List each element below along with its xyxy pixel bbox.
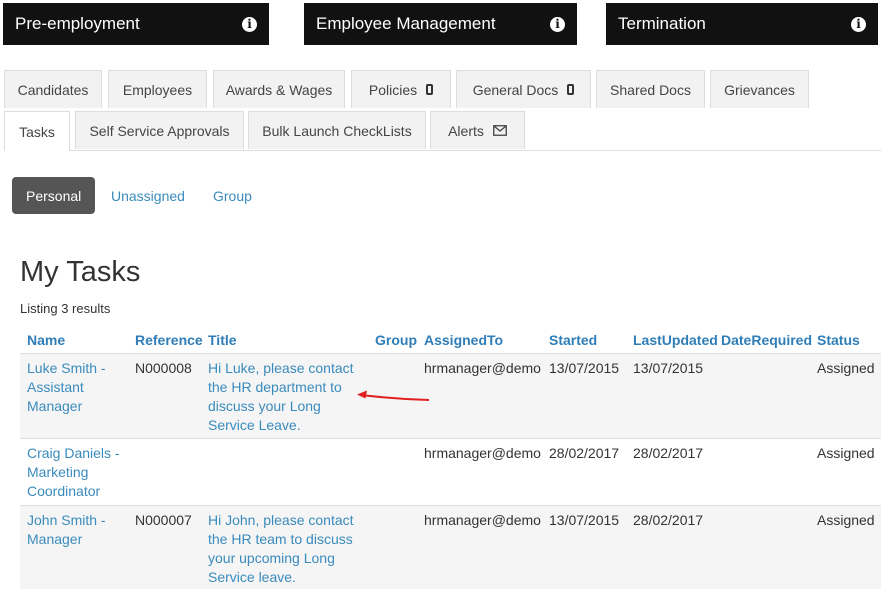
tab-label: General Docs — [472, 81, 559, 98]
name-line: Manager — [27, 398, 83, 414]
tab-divider — [4, 150, 881, 151]
tab-self-service-approvals[interactable]: Self Service Approvals — [75, 111, 244, 149]
column-header-title[interactable]: Title — [208, 332, 237, 348]
column-header-assignedto[interactable]: AssignedTo — [424, 332, 503, 348]
last-updated-cell: 28/02/2017 — [633, 445, 704, 461]
tab-label: Grievances — [724, 81, 795, 98]
reference-cell: N000008 — [135, 360, 192, 376]
tab-label: Employees — [122, 81, 193, 98]
title-line: discuss your Long — [208, 398, 321, 414]
module-label: Termination — [618, 14, 706, 33]
table-row: Luke Smith - Assistant Manager N000008 H… — [20, 354, 881, 438]
tab-label: Self Service Approvals — [89, 122, 230, 139]
status-cell: Assigned — [817, 360, 875, 376]
info-icon[interactable]: i — [851, 16, 866, 32]
column-header-group[interactable]: Group — [375, 332, 417, 348]
task-name-link[interactable]: John Smith - Manager — [27, 511, 106, 549]
tab-policies[interactable]: Policies — [351, 70, 451, 108]
module-label: Pre-employment — [15, 14, 140, 33]
started-cell: 28/02/2017 — [549, 445, 620, 461]
name-line: Manager — [27, 531, 83, 547]
name-line: Coordinator — [27, 483, 101, 499]
task-name-link[interactable]: Craig Daniels - Marketing Coordinator — [27, 444, 120, 501]
column-header-name[interactable]: Name — [27, 332, 65, 348]
title-line: Hi Luke, please contact — [208, 360, 354, 376]
tab-shared-docs[interactable]: Shared Docs — [596, 70, 705, 108]
title-line: your upcoming Long — [208, 550, 335, 566]
name-line: Craig Daniels - — [27, 445, 120, 461]
tab-general-docs[interactable]: General Docs — [456, 70, 591, 108]
module-pre-employment[interactable]: Pre-employment i — [3, 3, 269, 45]
tab-awards-wages[interactable]: Awards & Wages — [213, 70, 345, 108]
column-header-status[interactable]: Status — [817, 332, 860, 348]
table-row: Craig Daniels - Marketing Coordinator hr… — [20, 439, 881, 505]
column-header-reference[interactable]: Reference — [135, 332, 203, 348]
tab-label: Alerts — [448, 122, 484, 139]
title-line: the HR team to discuss — [208, 531, 353, 547]
mobile-icon — [426, 84, 434, 95]
tab-grievances[interactable]: Grievances — [710, 70, 809, 108]
tab-alerts[interactable]: Alerts — [430, 111, 525, 149]
tab-label: Shared Docs — [610, 81, 691, 98]
assigned-to-cell: hrmanager@demo — [424, 360, 541, 376]
table-row: John Smith - Manager N000007 Hi John, pl… — [20, 506, 881, 589]
page-title: My Tasks — [20, 256, 141, 288]
task-name-link[interactable]: Luke Smith - Assistant Manager — [27, 359, 106, 416]
title-line: the HR department to — [208, 379, 342, 395]
pill-unassigned[interactable]: Unassigned — [111, 177, 185, 214]
results-count: Listing 3 results — [20, 301, 111, 316]
pill-group[interactable]: Group — [213, 177, 252, 214]
assigned-to-cell: hrmanager@demo — [424, 512, 541, 528]
title-line: Service leave. — [208, 569, 296, 585]
pill-label: Unassigned — [111, 187, 185, 204]
title-line: Hi John, please contact — [208, 512, 354, 528]
tab-label: Candidates — [17, 81, 89, 98]
name-line: Luke Smith - — [27, 360, 106, 376]
pill-label: Personal — [26, 187, 82, 204]
tab-label: Tasks — [19, 123, 55, 140]
started-cell: 13/07/2015 — [549, 360, 620, 376]
mobile-icon — [567, 84, 575, 95]
started-cell: 13/07/2015 — [549, 512, 620, 528]
last-updated-cell: 13/07/2015 — [633, 360, 704, 376]
column-header-started[interactable]: Started — [549, 332, 597, 348]
reference-cell: N000007 — [135, 512, 192, 528]
assigned-to-cell: hrmanager@demo — [424, 445, 541, 461]
module-employee-management[interactable]: Employee Management i — [304, 3, 577, 45]
module-termination[interactable]: Termination i — [606, 3, 878, 45]
tab-employees[interactable]: Employees — [108, 70, 207, 108]
tab-candidates[interactable]: Candidates — [4, 70, 102, 108]
name-line: Marketing — [27, 464, 89, 480]
info-icon[interactable]: i — [242, 16, 257, 32]
name-line: John Smith - — [27, 512, 106, 528]
pill-personal[interactable]: Personal — [12, 177, 96, 214]
module-label: Employee Management — [316, 14, 496, 33]
tab-label: Awards & Wages — [225, 81, 333, 98]
tab-tasks[interactable]: Tasks — [4, 111, 70, 151]
title-line: Service Leave. — [208, 417, 301, 433]
status-cell: Assigned — [817, 445, 875, 461]
status-cell: Assigned — [817, 512, 875, 528]
red-arrow-annotation — [357, 390, 430, 401]
task-title-link[interactable]: Hi John, please contact the HR team to d… — [208, 511, 354, 587]
tab-label: Policies — [368, 81, 418, 98]
envelope-icon — [492, 125, 507, 136]
tab-label: Bulk Launch CheckLists — [262, 122, 412, 139]
column-header-daterequired[interactable]: DateRequired — [721, 332, 812, 348]
last-updated-cell: 28/02/2017 — [633, 512, 704, 528]
task-title-link[interactable]: Hi Luke, please contact the HR departmen… — [208, 359, 354, 435]
info-icon[interactable]: i — [550, 16, 565, 32]
pill-label: Group — [213, 187, 252, 204]
column-header-lastupdated[interactable]: LastUpdated — [633, 332, 718, 348]
tab-bulk-launch-checklists[interactable]: Bulk Launch CheckLists — [248, 111, 426, 149]
name-line: Assistant — [27, 379, 84, 395]
